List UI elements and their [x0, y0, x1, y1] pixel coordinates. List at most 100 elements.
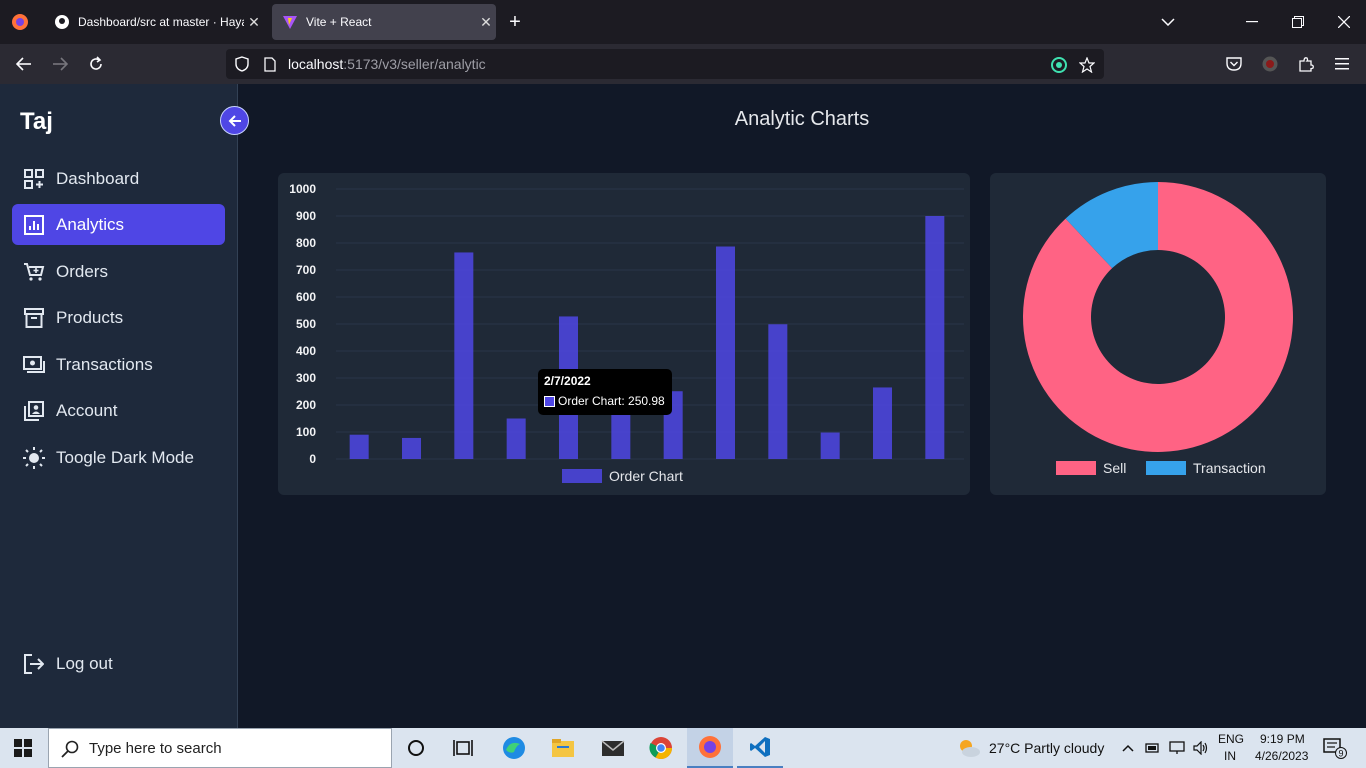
page-title: Analytic Charts: [734, 108, 870, 130]
notification-icon[interactable]: 9: [1318, 728, 1352, 768]
doughnut-chart: Sell Transaction: [1023, 182, 1293, 476]
bar[interactable]: [716, 246, 735, 459]
vscode-icon[interactable]: [737, 728, 783, 768]
avatar[interactable]: [1258, 52, 1282, 76]
volume-icon[interactable]: [1190, 728, 1212, 768]
sidebar-item-label: Account: [56, 400, 118, 420]
y-tick-label: 400: [296, 344, 316, 358]
sidebar-item-label: Orders: [56, 261, 108, 281]
battery-icon[interactable]: [1142, 728, 1164, 768]
page-icon[interactable]: [262, 56, 278, 72]
firefox-taskbar-icon[interactable]: [687, 728, 733, 768]
address-bar[interactable]: localhost:5173/v3/seller/analytic: [226, 49, 1104, 79]
sidebar-item-transactions[interactable]: Transactions: [12, 344, 225, 385]
legend-label[interactable]: Order Chart: [609, 468, 683, 484]
y-tick-label: 0: [309, 452, 316, 466]
taskbar-search-input[interactable]: Type here to search: [48, 728, 392, 768]
weather-text[interactable]: 27°C Partly cloudy: [989, 740, 1104, 756]
hamburger-menu-icon[interactable]: [1330, 52, 1354, 76]
language-region[interactable]: IN: [1224, 749, 1236, 763]
close-icon[interactable]: ✕: [244, 14, 264, 31]
chrome-icon[interactable]: [638, 728, 684, 768]
tab-vite[interactable]: Vite + React ✕: [272, 4, 496, 40]
language-code[interactable]: ENG: [1218, 732, 1244, 746]
network-icon[interactable]: [1166, 728, 1188, 768]
cortana-icon[interactable]: [393, 728, 439, 768]
sidebar-item-products[interactable]: Products: [12, 297, 225, 338]
mail-icon[interactable]: [590, 728, 636, 768]
sidebar-item-dashboard[interactable]: Dashboard: [12, 158, 225, 199]
vite-icon: [282, 14, 298, 30]
sidebar-item-label: Transactions: [56, 354, 153, 374]
clock-date[interactable]: 4/26/2023: [1255, 749, 1308, 763]
legend-label[interactable]: Sell: [1103, 460, 1126, 476]
brand-logo: Taj: [20, 108, 53, 135]
search-placeholder: Type here to search: [89, 739, 222, 757]
bar[interactable]: [873, 387, 892, 459]
legend-swatch[interactable]: [562, 469, 602, 483]
legend-swatch[interactable]: [1056, 461, 1096, 475]
bar[interactable]: [506, 418, 526, 460]
sidebar-item-account[interactable]: Account: [12, 390, 225, 431]
bar[interactable]: [820, 432, 840, 459]
screen: Dashboard/src at master · Hayat ✕ Vite +…: [0, 0, 1366, 768]
bar[interactable]: [402, 437, 421, 459]
chevron-down-icon[interactable]: [1156, 10, 1180, 34]
close-icon[interactable]: ✕: [476, 14, 496, 31]
tooltip-date: 2/7/2022: [544, 374, 591, 388]
forward-icon[interactable]: [48, 52, 72, 76]
y-tick-label: 200: [296, 398, 316, 412]
reload-icon[interactable]: [84, 52, 108, 76]
y-tick-label: 800: [296, 236, 316, 250]
bar-chart: 0 100 200 300 400 500 600 700 800 900 1000 Order Ch…: [289, 182, 964, 484]
close-window-icon[interactable]: [1332, 10, 1356, 34]
account-icon: [12, 400, 56, 421]
bar[interactable]: [349, 434, 369, 459]
money-icon: [12, 355, 56, 374]
analytics-icon: [12, 214, 56, 235]
legend-label[interactable]: Transaction: [1193, 460, 1266, 476]
task-view-icon[interactable]: [440, 728, 486, 768]
star-icon[interactable]: [1078, 56, 1096, 74]
chart-tooltip: 2/7/2022 Order Chart: 250.98: [538, 369, 672, 415]
pocket-icon[interactable]: [1222, 52, 1246, 76]
weather-icon[interactable]: [956, 728, 982, 768]
chevron-up-icon[interactable]: [1118, 728, 1138, 768]
logout-icon: [12, 653, 56, 674]
tab-title: Vite + React: [306, 15, 372, 29]
notification-count: 9: [1338, 749, 1343, 759]
y-tick-label: 300: [296, 371, 316, 385]
logout-button[interactable]: Log out: [12, 643, 225, 684]
url-path: :5173/v3/seller/analytic: [343, 56, 486, 72]
sidebar-item-dark-mode[interactable]: Toogle Dark Mode: [12, 437, 225, 478]
tooltip-value: Order Chart: 250.98: [558, 394, 665, 408]
restore-icon[interactable]: [1286, 10, 1310, 34]
tab-github[interactable]: Dashboard/src at master · Hayat ✕: [44, 0, 264, 44]
collapse-sidebar-button[interactable]: [220, 106, 249, 135]
extension-icon[interactable]: [1050, 56, 1068, 74]
sun-icon: [12, 446, 56, 469]
shield-icon[interactable]: [234, 56, 250, 72]
back-icon[interactable]: [12, 52, 36, 76]
bar[interactable]: [768, 324, 788, 459]
archive-icon: [12, 307, 56, 328]
windows-start-icon[interactable]: [0, 728, 46, 768]
bar[interactable]: [925, 216, 945, 459]
sidebar-item-orders[interactable]: Orders: [12, 251, 225, 292]
legend-swatch[interactable]: [1146, 461, 1186, 475]
y-tick-label: 1000: [289, 182, 316, 196]
sidebar-item-analytics[interactable]: Analytics: [12, 204, 225, 245]
extensions-icon[interactable]: [1294, 52, 1318, 76]
minimize-icon[interactable]: [1240, 10, 1264, 34]
bar[interactable]: [454, 252, 474, 459]
edge-icon[interactable]: [491, 728, 537, 768]
firefox-menu-icon[interactable]: [8, 10, 32, 34]
taskbar: Type here to search 27°C Partly cloudy E…: [0, 728, 1366, 768]
clock-time[interactable]: 9:19 PM: [1260, 732, 1305, 746]
tooltip-swatch: [544, 395, 555, 407]
sidebar-item-label: Analytics: [56, 214, 125, 234]
file-explorer-icon[interactable]: [540, 728, 586, 768]
dashboard-icon: [12, 168, 56, 189]
new-tab-icon[interactable]: +: [503, 10, 527, 34]
doughnut-chart-card: Sell Transaction: [990, 173, 1326, 495]
